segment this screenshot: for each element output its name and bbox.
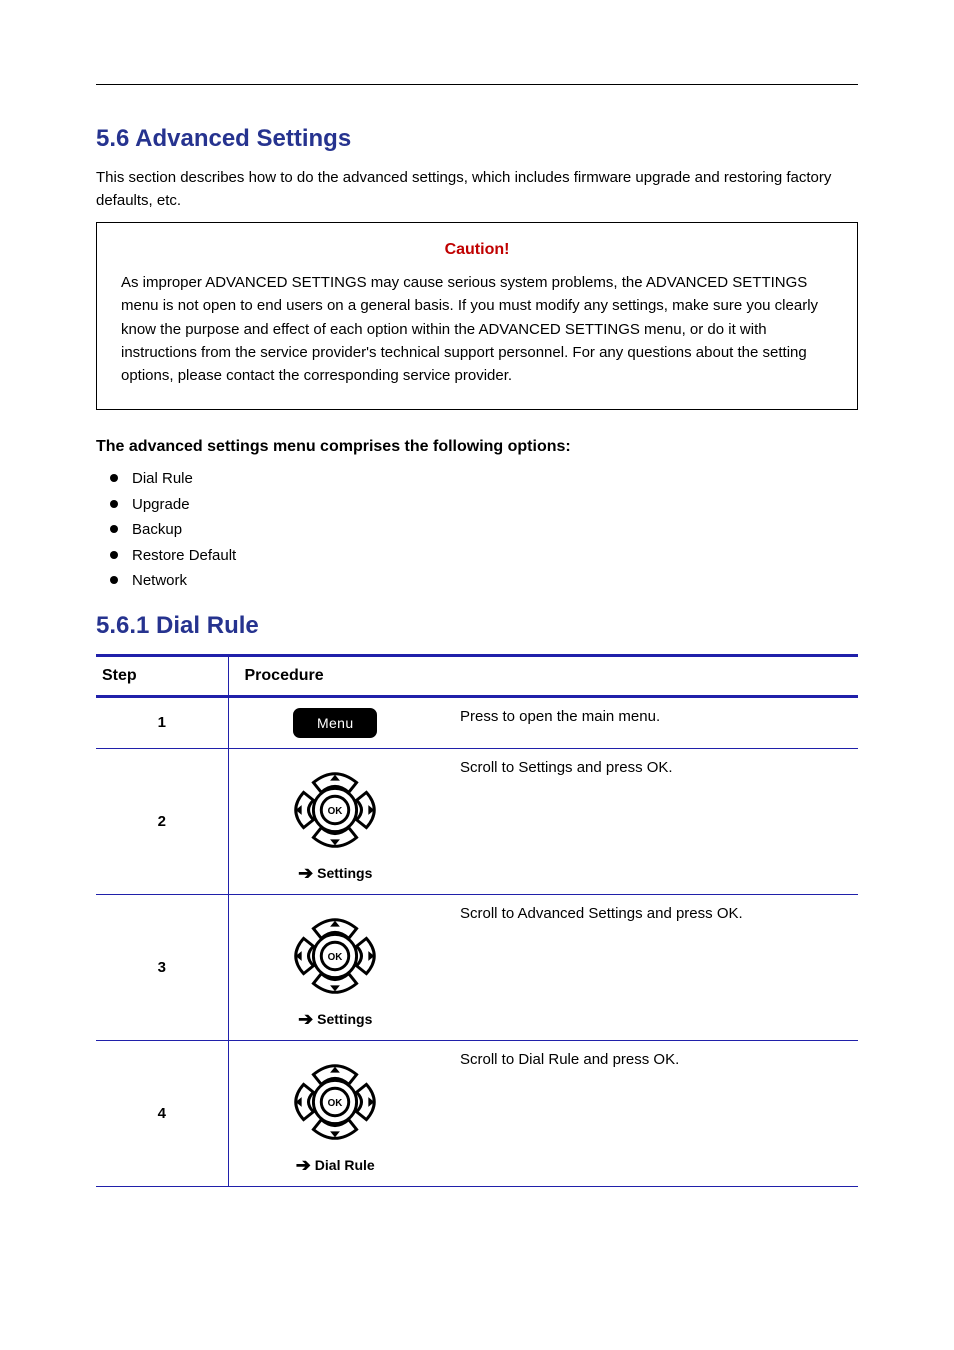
col-procedure: Procedure: [228, 657, 858, 697]
step-number: 1: [96, 696, 228, 748]
svg-text:OK: OK: [328, 952, 343, 963]
arrow-right-icon: ➔: [296, 1155, 311, 1175]
subhead-options: The advanced settings menu comprises the…: [96, 438, 858, 456]
svg-text:OK: OK: [328, 1098, 343, 1109]
dpad-icon: OK: [276, 1051, 394, 1153]
list-item: Restore Default: [110, 543, 858, 569]
dpad-icon: OK: [276, 759, 394, 861]
caution-title: Caution!: [121, 241, 833, 259]
step-visual: Menu: [228, 696, 442, 748]
step-number: 2: [96, 748, 228, 894]
caution-body: As improper ADVANCED SETTINGS may cause …: [121, 271, 833, 387]
dpad-label: ➔ Settings: [298, 863, 372, 884]
caution-callout: Caution! As improper ADVANCED SETTINGS m…: [96, 222, 858, 410]
options-list: Dial Rule Upgrade Backup Restore Default…: [110, 466, 858, 594]
dpad-icon: OK: [276, 905, 394, 1007]
step-description: Press to open the main menu.: [442, 696, 858, 748]
heading-advanced-settings: 5.6 Advanced Settings: [96, 125, 858, 153]
svg-text:OK: OK: [328, 806, 343, 817]
dpad-label: ➔ Settings: [298, 1009, 372, 1030]
list-item: Backup: [110, 517, 858, 543]
step-visual: OK ➔ Settings: [228, 894, 442, 1040]
col-step: Step: [96, 657, 228, 697]
step-description: Scroll to Advanced Settings and press OK…: [442, 894, 858, 1040]
table-row: 1 Menu Press to open the main menu.: [96, 696, 858, 748]
dpad-label: ➔ Dial Rule: [296, 1155, 375, 1176]
procedure-table: Step Procedure 1 Menu Press to open the …: [96, 654, 858, 1187]
header-rule: [96, 84, 858, 85]
list-item: Upgrade: [110, 492, 858, 518]
step-visual: OK ➔ Settings: [228, 748, 442, 894]
table-row: 2 OK: [96, 748, 858, 894]
intro-paragraph: This section describes how to do the adv…: [96, 167, 858, 212]
menu-button-icon: Menu: [293, 708, 377, 738]
step-number: 4: [96, 1040, 228, 1186]
list-item: Network: [110, 568, 858, 594]
list-item: Dial Rule: [110, 466, 858, 492]
table-row: 4 OK: [96, 1040, 858, 1186]
step-description: Scroll to Settings and press OK.: [442, 748, 858, 894]
heading-dial-rule: 5.6.1 Dial Rule: [96, 612, 858, 640]
step-visual: OK ➔ Dial Rule: [228, 1040, 442, 1186]
arrow-right-icon: ➔: [298, 1009, 313, 1029]
step-number: 3: [96, 894, 228, 1040]
table-row: 3 OK: [96, 894, 858, 1040]
step-description: Scroll to Dial Rule and press OK.: [442, 1040, 858, 1186]
arrow-right-icon: ➔: [298, 863, 313, 883]
